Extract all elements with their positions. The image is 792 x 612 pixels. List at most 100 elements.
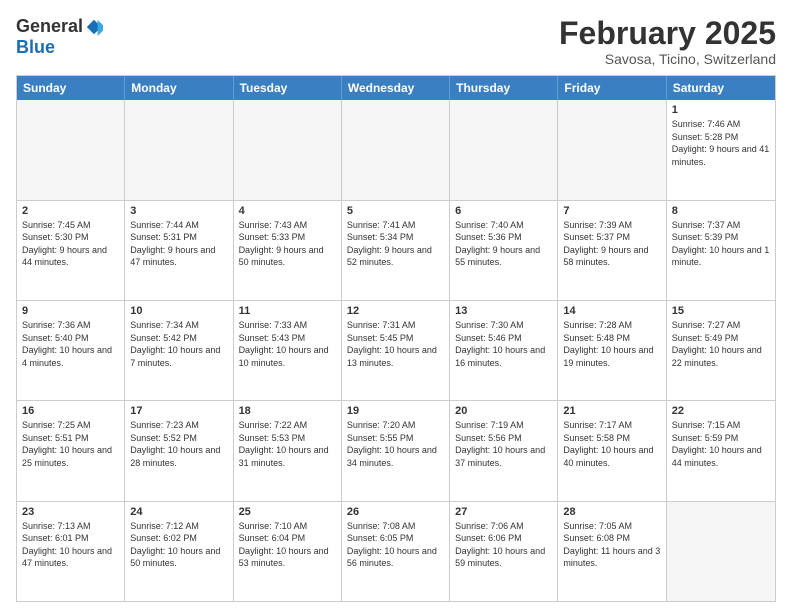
- day-number: 25: [239, 506, 336, 518]
- day-info: Sunrise: 7:20 AM Sunset: 5:55 PM Dayligh…: [347, 419, 444, 469]
- day-cell-5: 5Sunrise: 7:41 AM Sunset: 5:34 PM Daylig…: [342, 201, 450, 300]
- day-cell-27: 27 Sunrise: 7:06 AM Sunset: 6:06 PM Dayli…: [450, 502, 558, 601]
- day-number: 17: [130, 405, 227, 417]
- day-cell-10: 10 Sunrise: 7:34 AM Sunset: 5:42 PM Dayli…: [125, 301, 233, 400]
- day-number: 4: [239, 205, 336, 217]
- day-info: Sunrise: 7:22 AM Sunset: 5:53 PM Dayligh…: [239, 419, 336, 469]
- day-number: 22: [672, 405, 770, 417]
- day-cell-8: 8Sunrise: 7:37 AM Sunset: 5:39 PM Daylig…: [667, 201, 775, 300]
- day-number: 2: [22, 205, 119, 217]
- day-number: 19: [347, 405, 444, 417]
- day-cell-16: 16 Sunrise: 7:25 AM Sunset: 5:51 PM Dayli…: [17, 401, 125, 500]
- day-cell-empty: [667, 502, 775, 601]
- day-cell-7: 7Sunrise: 7:39 AM Sunset: 5:37 PM Daylig…: [558, 201, 666, 300]
- day-cell-empty: [342, 100, 450, 199]
- day-header-thursday: Thursday: [450, 76, 558, 100]
- day-header-friday: Friday: [558, 76, 666, 100]
- day-number: 10: [130, 305, 227, 317]
- day-header-wednesday: Wednesday: [342, 76, 450, 100]
- day-cell-12: 12 Sunrise: 7:31 AM Sunset: 5:45 PM Dayli…: [342, 301, 450, 400]
- day-cell-19: 19 Sunrise: 7:20 AM Sunset: 5:55 PM Dayli…: [342, 401, 450, 500]
- location: Savosa, Ticino, Switzerland: [559, 51, 776, 67]
- day-number: 24: [130, 506, 227, 518]
- day-info: Sunrise: 7:12 AM Sunset: 6:02 PM Dayligh…: [130, 520, 227, 570]
- week-row-3: 9 Sunrise: 7:36 AM Sunset: 5:40 PM Daylig…: [17, 300, 775, 400]
- day-info: Sunrise: 7:46 AM Sunset: 5:28 PM Dayligh…: [672, 118, 770, 168]
- day-cell-28: 28Sunrise: 7:05 AM Sunset: 6:08 PM Dayli…: [558, 502, 666, 601]
- day-number: 27: [455, 506, 552, 518]
- day-number: 14: [563, 305, 660, 317]
- day-info: Sunrise: 7:31 AM Sunset: 5:45 PM Dayligh…: [347, 319, 444, 369]
- day-info: Sunrise: 7:36 AM Sunset: 5:40 PM Dayligh…: [22, 319, 119, 369]
- day-info: Sunrise: 7:44 AM Sunset: 5:31 PM Dayligh…: [130, 219, 227, 269]
- day-cell-15: 15Sunrise: 7:27 AM Sunset: 5:49 PM Dayli…: [667, 301, 775, 400]
- day-info: Sunrise: 7:34 AM Sunset: 5:42 PM Dayligh…: [130, 319, 227, 369]
- day-cell-3: 3 Sunrise: 7:44 AM Sunset: 5:31 PM Daylig…: [125, 201, 233, 300]
- day-info: Sunrise: 7:25 AM Sunset: 5:51 PM Dayligh…: [22, 419, 119, 469]
- day-cell-2: 2 Sunrise: 7:45 AM Sunset: 5:30 PM Daylig…: [17, 201, 125, 300]
- day-cell-11: 11 Sunrise: 7:33 AM Sunset: 5:43 PM Dayli…: [234, 301, 342, 400]
- day-cell-23: 23Sunrise: 7:13 AM Sunset: 6:01 PM Dayli…: [17, 502, 125, 601]
- day-cell-empty: [450, 100, 558, 199]
- day-cell-empty: [558, 100, 666, 199]
- day-cell-21: 21 Sunrise: 7:17 AM Sunset: 5:58 PM Dayli…: [558, 401, 666, 500]
- day-info: Sunrise: 7:37 AM Sunset: 5:39 PM Dayligh…: [672, 219, 770, 269]
- day-info: Sunrise: 7:40 AM Sunset: 5:36 PM Dayligh…: [455, 219, 552, 269]
- day-header-saturday: Saturday: [667, 76, 775, 100]
- month-title: February 2025: [559, 16, 776, 51]
- day-info: Sunrise: 7:43 AM Sunset: 5:33 PM Dayligh…: [239, 219, 336, 269]
- day-info: Sunrise: 7:30 AM Sunset: 5:46 PM Dayligh…: [455, 319, 552, 369]
- week-row-1: 1 Sunrise: 7:46 AM Sunset: 5:28 PM Daylig…: [17, 100, 775, 199]
- day-number: 26: [347, 506, 444, 518]
- day-info: Sunrise: 7:27 AM Sunset: 5:49 PM Dayligh…: [672, 319, 770, 369]
- day-info: Sunrise: 7:05 AM Sunset: 6:08 PM Dayligh…: [563, 520, 660, 570]
- day-cell-24: 24 Sunrise: 7:12 AM Sunset: 6:02 PM Dayli…: [125, 502, 233, 601]
- day-cell-empty: [125, 100, 233, 199]
- day-number: 21: [563, 405, 660, 417]
- day-info: Sunrise: 7:33 AM Sunset: 5:43 PM Dayligh…: [239, 319, 336, 369]
- day-number: 3: [130, 205, 227, 217]
- day-cell-25: 25Sunrise: 7:10 AM Sunset: 6:04 PM Dayli…: [234, 502, 342, 601]
- week-row-4: 16 Sunrise: 7:25 AM Sunset: 5:51 PM Dayli…: [17, 400, 775, 500]
- day-cell-1: 1 Sunrise: 7:46 AM Sunset: 5:28 PM Daylig…: [667, 100, 775, 199]
- day-info: Sunrise: 7:17 AM Sunset: 5:58 PM Dayligh…: [563, 419, 660, 469]
- logo-general-text: General: [16, 16, 83, 37]
- day-cell-empty: [17, 100, 125, 199]
- day-cell-17: 17 Sunrise: 7:23 AM Sunset: 5:52 PM Dayli…: [125, 401, 233, 500]
- day-info: Sunrise: 7:45 AM Sunset: 5:30 PM Dayligh…: [22, 219, 119, 269]
- day-cell-22: 22 Sunrise: 7:15 AM Sunset: 5:59 PM Dayli…: [667, 401, 775, 500]
- page: General Blue February 2025 Savosa, Ticin…: [0, 0, 792, 612]
- day-cell-18: 18 Sunrise: 7:22 AM Sunset: 5:53 PM Dayli…: [234, 401, 342, 500]
- day-info: Sunrise: 7:41 AM Sunset: 5:34 PM Dayligh…: [347, 219, 444, 269]
- day-cell-26: 26Sunrise: 7:08 AM Sunset: 6:05 PM Dayli…: [342, 502, 450, 601]
- day-info: Sunrise: 7:39 AM Sunset: 5:37 PM Dayligh…: [563, 219, 660, 269]
- calendar: SundayMondayTuesdayWednesdayThursdayFrid…: [16, 75, 776, 602]
- day-cell-4: 4 Sunrise: 7:43 AM Sunset: 5:33 PM Daylig…: [234, 201, 342, 300]
- day-number: 9: [22, 305, 119, 317]
- weeks: 1 Sunrise: 7:46 AM Sunset: 5:28 PM Daylig…: [17, 100, 775, 601]
- header: General Blue February 2025 Savosa, Ticin…: [16, 16, 776, 67]
- day-info: Sunrise: 7:15 AM Sunset: 5:59 PM Dayligh…: [672, 419, 770, 469]
- day-number: 18: [239, 405, 336, 417]
- week-row-5: 23Sunrise: 7:13 AM Sunset: 6:01 PM Dayli…: [17, 501, 775, 601]
- day-number: 20: [455, 405, 552, 417]
- logo: General Blue: [16, 16, 103, 58]
- day-header-sunday: Sunday: [17, 76, 125, 100]
- day-number: 13: [455, 305, 552, 317]
- day-info: Sunrise: 7:23 AM Sunset: 5:52 PM Dayligh…: [130, 419, 227, 469]
- day-cell-13: 13 Sunrise: 7:30 AM Sunset: 5:46 PM Dayli…: [450, 301, 558, 400]
- day-number: 12: [347, 305, 444, 317]
- logo-icon: [85, 18, 103, 36]
- day-header-monday: Monday: [125, 76, 233, 100]
- week-row-2: 2 Sunrise: 7:45 AM Sunset: 5:30 PM Daylig…: [17, 200, 775, 300]
- day-cell-6: 6 Sunrise: 7:40 AM Sunset: 5:36 PM Daylig…: [450, 201, 558, 300]
- day-number: 11: [239, 305, 336, 317]
- day-cell-14: 14Sunrise: 7:28 AM Sunset: 5:48 PM Dayli…: [558, 301, 666, 400]
- day-cell-empty: [234, 100, 342, 199]
- logo-blue-text: Blue: [16, 37, 55, 58]
- day-number: 1: [672, 104, 770, 116]
- day-info: Sunrise: 7:06 AM Sunset: 6:06 PM Dayligh…: [455, 520, 552, 570]
- day-number: 6: [455, 205, 552, 217]
- day-number: 16: [22, 405, 119, 417]
- day-cell-9: 9 Sunrise: 7:36 AM Sunset: 5:40 PM Daylig…: [17, 301, 125, 400]
